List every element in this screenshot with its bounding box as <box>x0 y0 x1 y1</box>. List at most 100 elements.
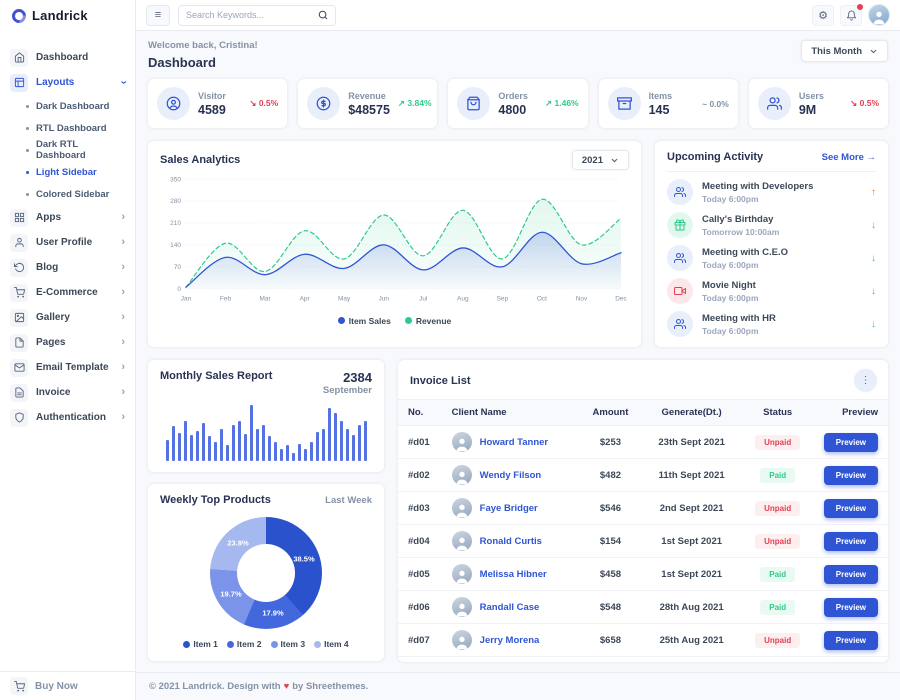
preview-button[interactable]: Preview <box>824 499 878 518</box>
sidebar-item-email-template[interactable]: Email Template › <box>0 355 135 380</box>
donut-hole <box>237 544 295 602</box>
sidebar-item-apps[interactable]: Apps › <box>0 205 135 230</box>
video-icon <box>667 278 693 304</box>
user-avatar[interactable] <box>868 4 890 26</box>
sidebar-subitem-rtl-dashboard[interactable]: RTL Dashboard <box>0 117 135 139</box>
sidebar-item-ecommerce[interactable]: E-Commerce › <box>0 280 135 305</box>
search-box <box>178 5 336 26</box>
preview-button[interactable]: Preview <box>824 598 878 617</box>
donut-legend: Item 1 Item 2 Item 3 Item 4 <box>160 639 372 651</box>
settings-button[interactable]: ⚙ <box>812 5 834 26</box>
svg-text:Jun: Jun <box>378 296 389 303</box>
svg-text:0: 0 <box>177 286 181 293</box>
year-select[interactable]: 2021 <box>572 150 629 170</box>
activity-list: Meeting with DevelopersToday 6:00pm ↑ Ca… <box>667 172 876 337</box>
sidebar-subitem-light-sidebar[interactable]: Light Sidebar <box>0 161 135 183</box>
sidebar-subitem-colored-sidebar[interactable]: Colored Sidebar <box>0 183 135 205</box>
table-row: #d02 Wendy Filson $482 11th Sept 2021 Pa… <box>398 459 888 492</box>
monthly-sales-card: Monthly Sales Report 2384 September <box>148 360 384 472</box>
client-link[interactable]: Ronald Curtis <box>480 536 542 547</box>
sidebar-item-label: Blog <box>36 262 58 273</box>
svg-text:Aug: Aug <box>457 296 469 303</box>
activity-item[interactable]: Movie NightToday 6:00pm ↓ <box>667 278 876 304</box>
avatar <box>452 498 472 518</box>
svg-text:350: 350 <box>170 176 181 183</box>
arrow-up-icon: ↑ <box>871 187 876 198</box>
sidebar-item-label: Gallery <box>36 312 70 323</box>
activity-item[interactable]: Meeting with C.E.OToday 6:00pm ↓ <box>667 245 876 271</box>
topbar-actions: ⚙ <box>812 4 890 26</box>
gear-icon: ⚙ <box>818 9 828 22</box>
see-more-link[interactable]: See More → <box>822 152 876 163</box>
svg-text:140: 140 <box>170 242 181 249</box>
sidebar-item-authentication[interactable]: Authentication › <box>0 405 135 430</box>
svg-text:Mar: Mar <box>259 296 271 303</box>
trend-flat-icon: ~ <box>702 99 707 109</box>
svg-text:70: 70 <box>174 264 182 271</box>
sidebar-item-pages[interactable]: Pages › <box>0 330 135 355</box>
col-client: Client Name <box>442 400 580 426</box>
sidebar-item-blog[interactable]: Blog › <box>0 255 135 280</box>
weekly-donut-chart: 38.5%17.9%19.7%23.9% <box>210 517 322 629</box>
sidebar-item-user-profile[interactable]: User Profile › <box>0 230 135 255</box>
users-icon <box>667 311 693 337</box>
sidebar-subitem-dark-dashboard[interactable]: Dark Dashboard <box>0 95 135 117</box>
chevron-right-icon: › <box>121 287 125 298</box>
activity-item[interactable]: Meeting with DevelopersToday 6:00pm ↑ <box>667 179 876 205</box>
client-link[interactable]: Faye Bridger <box>480 503 538 514</box>
invoice-table: No. Client Name Amount Generate(Dt.) Sta… <box>398 399 888 657</box>
svg-text:Nov: Nov <box>576 296 588 303</box>
avatar <box>452 564 472 584</box>
sidebar-subitem-dark-rtl-dashboard[interactable]: Dark RTL Dashboard <box>0 139 135 161</box>
table-row: #d07 Jerry Morena $658 25th Aug 2021 Unp… <box>398 624 888 657</box>
client-link[interactable]: Jerry Morena <box>480 635 540 646</box>
svg-text:210: 210 <box>170 220 181 227</box>
more-vertical-icon[interactable]: ⋮ <box>855 370 876 391</box>
activity-item[interactable]: Cally's BirthdayTomorrow 10:00am ↓ <box>667 212 876 238</box>
period-select[interactable]: This Month <box>801 40 888 62</box>
buy-now-button[interactable]: Buy Now <box>0 671 135 700</box>
activity-item[interactable]: Meeting with HRToday 6:00pm ↓ <box>667 311 876 337</box>
arrow-down-icon: ↓ <box>871 319 876 330</box>
sidebar-item-invoice[interactable]: Invoice › <box>0 380 135 405</box>
image-icon <box>10 309 28 327</box>
trend-up-icon: ↗ <box>398 98 405 108</box>
preview-button[interactable]: Preview <box>824 565 878 584</box>
preview-button[interactable]: Preview <box>824 433 878 452</box>
hamburger-menu-icon[interactable]: ≡ <box>146 5 170 26</box>
preview-button[interactable]: Preview <box>824 466 878 485</box>
search-input[interactable] <box>186 10 318 20</box>
chevron-right-icon: › <box>121 337 125 348</box>
cart-icon <box>10 677 28 695</box>
avatar <box>452 432 472 452</box>
svg-text:Dec: Dec <box>615 296 627 303</box>
monthly-sales-period: September <box>323 385 372 396</box>
user-icon <box>10 234 28 252</box>
monthly-sales-value: 2384 <box>323 370 372 385</box>
client-link[interactable]: Howard Tanner <box>480 437 548 448</box>
chevron-right-icon: › <box>121 237 125 248</box>
client-link[interactable]: Randall Case <box>480 602 540 613</box>
preview-button[interactable]: Preview <box>824 631 878 650</box>
sidebar-item-layouts[interactable]: Layouts › <box>0 70 135 95</box>
sidebar-item-gallery[interactable]: Gallery › <box>0 305 135 330</box>
status-badge: Unpaid <box>755 633 800 648</box>
sidebar-item-dashboard[interactable]: Dashboard <box>0 45 135 70</box>
brand-logo[interactable]: Landrick <box>0 0 135 31</box>
client-link[interactable]: Melissa Hibner <box>480 569 547 580</box>
monthly-bars-chart <box>160 404 372 461</box>
monthly-sales-title: Monthly Sales Report <box>160 370 272 382</box>
shopping-bag-icon <box>457 87 490 120</box>
trend-badge: ~ 0.0% <box>702 99 729 109</box>
chevron-right-icon: › <box>121 362 125 373</box>
sidebar-menu: Dashboard Layouts › Dark Dashboard RTL D… <box>0 31 135 671</box>
preview-button[interactable]: Preview <box>824 532 878 551</box>
arrow-down-icon: ↓ <box>871 220 876 231</box>
avatar <box>452 531 472 551</box>
table-row: #d05 Melissa Hibner $458 1st Sept 2021 P… <box>398 558 888 591</box>
content-area: Welcome back, Cristina! Dashboard This M… <box>136 31 900 672</box>
bullet-icon <box>26 193 29 196</box>
bullet-icon <box>26 149 29 152</box>
notifications-button[interactable] <box>840 5 862 26</box>
client-link[interactable]: Wendy Filson <box>480 470 542 481</box>
